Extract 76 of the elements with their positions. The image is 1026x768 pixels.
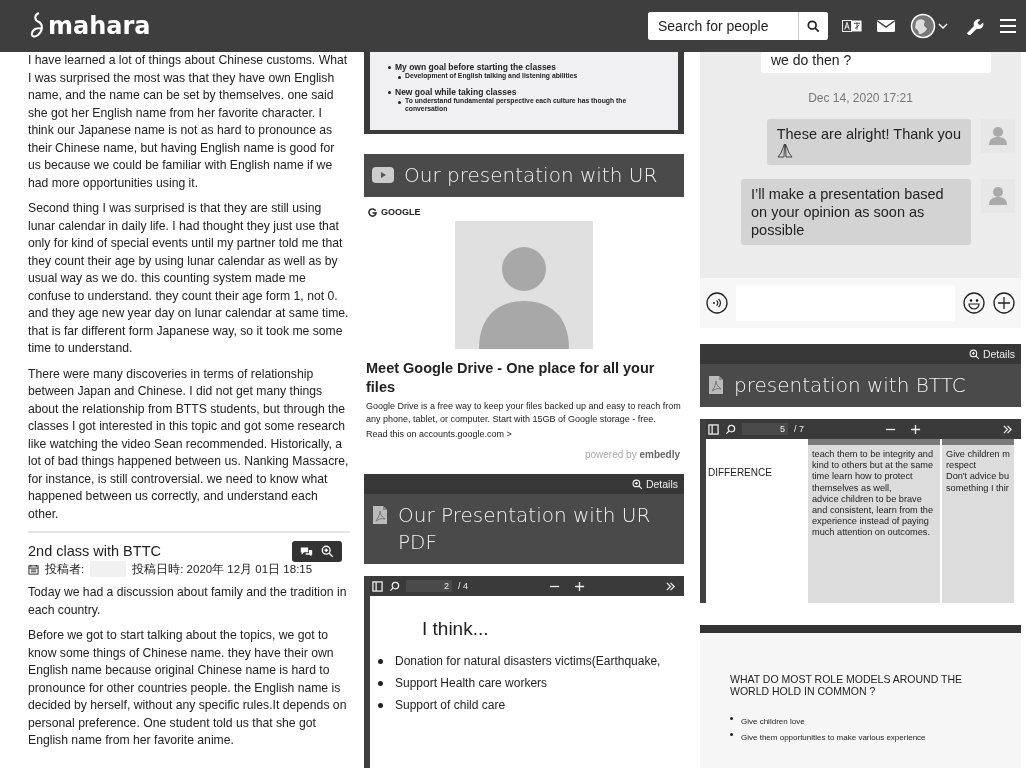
- search-icon[interactable]: [389, 580, 400, 592]
- post-paragraph: There were many discoveries in terms of relationship between Japan and Chinese. I did not get many things about the relationship from BTTS students, but through the classes I got interested in this topic and got some research like watching the video Sean recommended. Historically, a lot of bad things happened between us. Nanking Massacre, for instance, is still controversial. we need to know what happened between us correctly, and understand each other.: [28, 365, 350, 523]
- bullet-icon: [388, 91, 391, 94]
- details-link[interactable]: Details: [645, 478, 678, 490]
- zoom-in-icon[interactable]: [910, 423, 921, 435]
- zoom-in-icon[interactable]: [573, 580, 585, 592]
- page-count: / 4: [458, 581, 468, 591]
- source-label: GOOGLE: [381, 207, 421, 217]
- wrench-icon[interactable]: [964, 17, 984, 35]
- bullet-icon: [378, 659, 383, 664]
- table-cell: Give children m respect Don't advice bu something I thir: [942, 439, 1014, 603]
- slide-bullet: Support of child care: [395, 698, 506, 712]
- powered-by-text: powered by embedly: [583, 449, 680, 460]
- slide-bullet: Give children love: [741, 717, 805, 727]
- menu-icon[interactable]: [998, 17, 1018, 35]
- chat-bubble: I’ll make a presentation based on your opinion as soon as possible: [741, 179, 971, 245]
- pdf-file-icon: [708, 375, 724, 395]
- calendar-icon: [28, 563, 39, 575]
- plus-icon[interactable]: [993, 292, 1015, 314]
- block-title: Our presentation with UR: [364, 154, 684, 197]
- link-description: Google Drive is a free way to keep your files backed up and easy to reach from any phone, tablet, or computer. Start with 15GB of Google storage - free.: [366, 400, 682, 426]
- video-icon: [372, 167, 394, 183]
- translate-icon[interactable]: [842, 17, 862, 35]
- author-label: 投稿者:: [45, 561, 85, 577]
- table-label: DIFFERENCE: [707, 466, 773, 480]
- page-number-field[interactable]: 5: [742, 423, 788, 435]
- slide-heading: I think...: [422, 618, 490, 640]
- bullet-icon: [730, 733, 733, 736]
- search-field[interactable]: Search for people: [648, 12, 828, 40]
- zoom-icon[interactable]: [968, 348, 980, 360]
- page-count: / 7: [794, 424, 804, 434]
- search-icon[interactable]: [725, 423, 736, 435]
- slide-bullet: Donation for natural disasters victims(Earthquake,: [395, 654, 661, 668]
- post-paragraph: Today we had a discussion about family and the tradition in each country.: [28, 584, 348, 619]
- chat-timestamp: Dec 14, 2020 17:21: [807, 91, 914, 105]
- search-button[interactable]: [798, 12, 828, 40]
- bullet-icon: [378, 681, 383, 686]
- link-title[interactable]: Meet Google Drive - One place for all your files: [366, 359, 682, 397]
- table-cell: teach them to be integrity and kind to others but at the same time learn how to protect themselves as well, advice children to be brave and consistent, learn from the experience instead of paying much attention on outcomes.: [808, 439, 940, 603]
- slide-bullet: My own goal before starting the classes: [395, 62, 557, 72]
- zoom-icon[interactable]: [321, 545, 334, 558]
- more-tools-icon[interactable]: [1002, 423, 1013, 435]
- sidebar-toggle-icon[interactable]: [372, 580, 383, 592]
- envelope-icon[interactable]: [876, 17, 896, 35]
- details-link[interactable]: Details: [982, 348, 1015, 360]
- slide-bullet: New goal while taking classes: [395, 87, 517, 97]
- pdf-file-icon: [372, 505, 388, 525]
- slide-heading: WHAT DO MOST ROLE MODELS AROUND THE WORLD HOLD IN COMMON ?: [730, 673, 963, 697]
- read-link[interactable]: Read this on accounts.google.com >: [366, 429, 682, 439]
- google-icon: [368, 207, 377, 217]
- bullet-icon: [398, 76, 401, 79]
- block-title: presentation with BTTC: [700, 364, 1021, 407]
- post-date: 投稿日時: 2020年 12月 01日 18:15: [132, 561, 313, 577]
- more-tools-icon[interactable]: [665, 580, 676, 592]
- zoom-icon[interactable]: [631, 478, 643, 490]
- block-title: Our Presentation with UR PDF: [364, 494, 684, 564]
- search-icon: [807, 19, 820, 33]
- slide-bullet: Support Health care workers: [395, 676, 548, 690]
- bullet-icon: [730, 717, 733, 720]
- bullet-icon: [378, 703, 383, 708]
- sidebar-toggle-icon[interactable]: [708, 423, 719, 435]
- bullet-icon: [398, 101, 401, 104]
- post-paragraph: Second thing I was surprised is that they are still using lunar calendar in daily life. I had thought they just use that only for kind of special events until my partner told me that they count their age by using lunar calendar as well as by usual way as we do. this counting system made me confuse to understand. they count their age form 1, not 0. and they age new year day on lunar calendar at same time. that is far different form Japanese way, so it took me some time to understand.: [28, 200, 350, 357]
- logo-text: mahara: [48, 12, 151, 40]
- smiley-icon[interactable]: [963, 292, 985, 314]
- post-paragraph: Before we got to start talking about the topics, we got to know some things of Chinese name. they have their own English name because original Chinese name is hard to pronounce for other countries people. the English name is decided by herself, without any specific rules.It depends on personal preference. One student told us that she got English name from her favorite anime.: [28, 627, 348, 749]
- post-paragraph: I have learned a lot of things about Chinese customs. What I was surprised the most was that they have own English name, and the name can be set by themselves. one said she got her English name from her favorite character. I think our Japanese name is not as hard to pronounce as their Chinese name, but having English name is good for us because we could be familiar with English name if we had more opportunities using it.: [28, 52, 349, 192]
- chat-bubble: we do then ?: [761, 52, 991, 73]
- voice-icon[interactable]: [706, 292, 728, 314]
- page-number-field[interactable]: 2: [406, 580, 452, 592]
- bullet-icon: [388, 66, 391, 69]
- comments-icon[interactable]: [300, 545, 313, 558]
- post-title[interactable]: 2nd class with BTTC: [28, 543, 350, 561]
- user-avatar-icon[interactable]: [910, 13, 950, 39]
- slide-bullet: Give them opportunities to make various experience: [741, 733, 926, 743]
- chat-bubble: These are alright! Thank you: [766, 119, 971, 165]
